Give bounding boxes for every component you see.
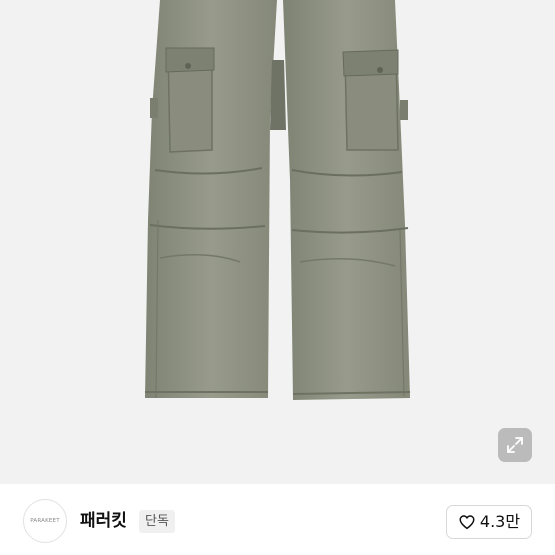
- cargo-pants-illustration: [145, 0, 411, 400]
- expand-button[interactable]: [498, 428, 532, 462]
- brand-logo-text: PARAKEET: [30, 518, 60, 524]
- brand-name[interactable]: 패러킷: [80, 508, 127, 534]
- exclusive-badge: 단독: [139, 510, 175, 533]
- product-image[interactable]: [0, 0, 555, 484]
- like-button[interactable]: 4.3만: [446, 505, 532, 539]
- heart-icon: [459, 515, 475, 530]
- brand-logo[interactable]: PARAKEET: [23, 499, 67, 543]
- like-count: 4.3만: [479, 512, 521, 531]
- expand-icon: [507, 437, 523, 453]
